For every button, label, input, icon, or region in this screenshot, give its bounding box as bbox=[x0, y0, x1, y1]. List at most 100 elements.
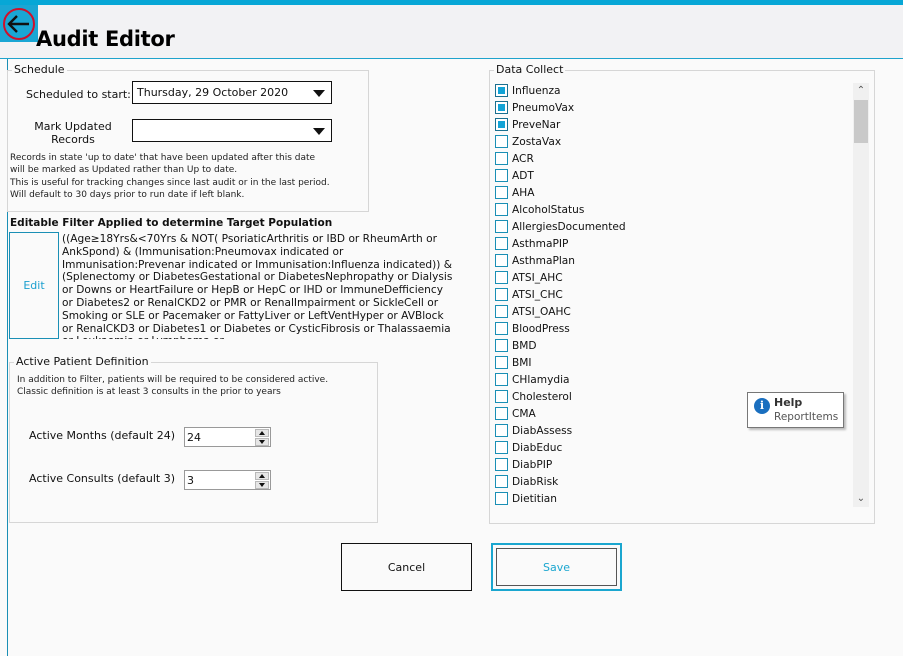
list-item[interactable]: ZostaVax bbox=[495, 133, 850, 150]
list-item[interactable]: ATSI_CHC bbox=[495, 286, 850, 303]
decrement-button[interactable] bbox=[255, 481, 269, 489]
active-patient-legend: Active Patient Definition bbox=[14, 355, 151, 368]
checkbox-unchecked[interactable] bbox=[495, 220, 508, 233]
tooltip-title: Help bbox=[774, 396, 803, 409]
checkbox-unchecked[interactable] bbox=[495, 390, 508, 403]
active-patient-note: In addition to Filter, patients will be … bbox=[17, 374, 328, 399]
list-item[interactable]: ATSI_OAHC bbox=[495, 303, 850, 320]
mark-updated-label: Mark Updated Records bbox=[30, 120, 116, 146]
checkbox-unchecked[interactable] bbox=[495, 356, 508, 369]
scroll-up-icon[interactable]: ⌃ bbox=[853, 83, 869, 99]
checkbox-unchecked[interactable] bbox=[495, 271, 508, 284]
list-item[interactable]: BMD bbox=[495, 337, 850, 354]
list-item-label: AsthmaPIP bbox=[512, 237, 569, 250]
checkbox-checked[interactable] bbox=[495, 84, 508, 97]
list-item-label: AsthmaPlan bbox=[512, 254, 575, 267]
checkbox-unchecked[interactable] bbox=[495, 492, 508, 505]
scroll-down-icon[interactable]: ⌄ bbox=[853, 491, 869, 507]
tooltip-body: ReportItems bbox=[774, 411, 839, 423]
list-item-label: BloodPress bbox=[512, 322, 570, 335]
list-item-label: AlcoholStatus bbox=[512, 203, 585, 216]
chevron-down-icon bbox=[313, 128, 325, 135]
checkbox-unchecked[interactable] bbox=[495, 305, 508, 318]
list-item[interactable]: PreveNar bbox=[495, 116, 850, 133]
list-item[interactable]: ATSI_AHC bbox=[495, 269, 850, 286]
checkbox-unchecked[interactable] bbox=[495, 237, 508, 250]
cancel-button[interactable]: Cancel bbox=[341, 543, 472, 591]
list-item[interactable]: Influenza bbox=[495, 82, 850, 99]
list-item[interactable]: ACR bbox=[495, 150, 850, 167]
list-item[interactable]: DiabRisk bbox=[495, 473, 850, 490]
checkbox-unchecked[interactable] bbox=[495, 339, 508, 352]
active-consults-stepper[interactable]: 3 bbox=[184, 470, 271, 490]
mark-updated-label-line1: Mark Updated bbox=[34, 120, 112, 133]
checkbox-unchecked[interactable] bbox=[495, 424, 508, 437]
edit-filter-button[interactable]: Edit bbox=[9, 232, 59, 339]
schedule-legend: Schedule bbox=[12, 63, 67, 76]
list-item[interactable]: CHlamydia bbox=[495, 371, 850, 388]
list-item[interactable]: BloodPress bbox=[495, 320, 850, 337]
list-item[interactable]: Dietitian bbox=[495, 490, 850, 507]
checkbox-unchecked[interactable] bbox=[495, 441, 508, 454]
list-item[interactable]: BMI bbox=[495, 354, 850, 371]
decrement-button[interactable] bbox=[255, 438, 269, 446]
increment-button[interactable] bbox=[255, 429, 269, 437]
list-item[interactable]: AllergiesDocumented bbox=[495, 218, 850, 235]
list-item[interactable]: AsthmaPIP bbox=[495, 235, 850, 252]
checkbox-unchecked[interactable] bbox=[495, 288, 508, 301]
checkbox-checked[interactable] bbox=[495, 101, 508, 114]
checkbox-unchecked[interactable] bbox=[495, 475, 508, 488]
active-months-stepper[interactable]: 24 bbox=[184, 427, 271, 447]
list-item-label: Dietitian bbox=[512, 492, 558, 505]
list-item[interactable]: ADT bbox=[495, 167, 850, 184]
active-months-value: 24 bbox=[187, 431, 201, 444]
list-item-label: ADT bbox=[512, 169, 534, 182]
list-item-label: DiabEduc bbox=[512, 441, 563, 454]
checkbox-unchecked[interactable] bbox=[495, 407, 508, 420]
save-button-label: Save bbox=[496, 548, 617, 586]
checkbox-unchecked[interactable] bbox=[495, 458, 508, 471]
info-icon: i bbox=[754, 398, 770, 414]
mark-updated-dropdown[interactable] bbox=[132, 119, 332, 142]
list-item-label: ATSI_CHC bbox=[512, 288, 563, 301]
checkbox-checked[interactable] bbox=[495, 118, 508, 131]
list-item[interactable]: AlcoholStatus bbox=[495, 201, 850, 218]
scheduled-start-label: Scheduled to start: bbox=[26, 88, 131, 101]
checkbox-unchecked[interactable] bbox=[495, 203, 508, 216]
scheduled-start-value: Thursday, 29 October 2020 bbox=[137, 86, 289, 99]
list-item-label: BMI bbox=[512, 356, 532, 369]
checkbox-unchecked[interactable] bbox=[495, 254, 508, 267]
list-item-label: DiabRisk bbox=[512, 475, 559, 488]
checkbox-unchecked[interactable] bbox=[495, 186, 508, 199]
checkbox-unchecked[interactable] bbox=[495, 169, 508, 182]
list-item[interactable]: PneumoVax bbox=[495, 99, 850, 116]
list-item-label: AllergiesDocumented bbox=[512, 220, 626, 233]
list-item-label: ATSI_OAHC bbox=[512, 305, 571, 318]
increment-button[interactable] bbox=[255, 472, 269, 480]
save-button[interactable]: Save bbox=[491, 543, 622, 591]
list-item-label: Influenza bbox=[512, 84, 561, 97]
checkbox-unchecked[interactable] bbox=[495, 373, 508, 386]
list-item[interactable]: AsthmaPlan bbox=[495, 252, 850, 269]
list-item-label: ATSI_AHC bbox=[512, 271, 563, 284]
scrollbar-thumb[interactable] bbox=[854, 100, 868, 143]
checkbox-unchecked[interactable] bbox=[495, 135, 508, 148]
list-item[interactable]: DiabEduc bbox=[495, 439, 850, 456]
list-item-label: AHA bbox=[512, 186, 535, 199]
checkbox-unchecked[interactable] bbox=[495, 152, 508, 165]
filter-expression: ((Age≥18Yrs&<70Yrs & NOT( PsoriaticArthr… bbox=[62, 233, 453, 339]
list-item[interactable]: AHA bbox=[495, 184, 850, 201]
schedule-note-line: Records in state 'up to date' that have … bbox=[10, 153, 316, 163]
scheduled-start-dropdown[interactable]: Thursday, 29 October 2020 bbox=[132, 81, 332, 104]
back-arrow-icon bbox=[3, 8, 35, 40]
list-item-label: ZostaVax bbox=[512, 135, 562, 148]
back-button[interactable] bbox=[0, 5, 38, 42]
schedule-note: Records in state 'up to date' that have … bbox=[10, 152, 330, 201]
list-item-label: PreveNar bbox=[512, 118, 561, 131]
active-months-label: Active Months (default 24) bbox=[29, 429, 176, 442]
active-note-line: In addition to Filter, patients will be … bbox=[17, 375, 329, 385]
checkbox-unchecked[interactable] bbox=[495, 322, 508, 335]
list-item[interactable]: DiabPIP bbox=[495, 456, 850, 473]
chevron-down-icon bbox=[313, 90, 325, 97]
list-scrollbar[interactable]: ⌃ ⌄ bbox=[853, 83, 869, 507]
